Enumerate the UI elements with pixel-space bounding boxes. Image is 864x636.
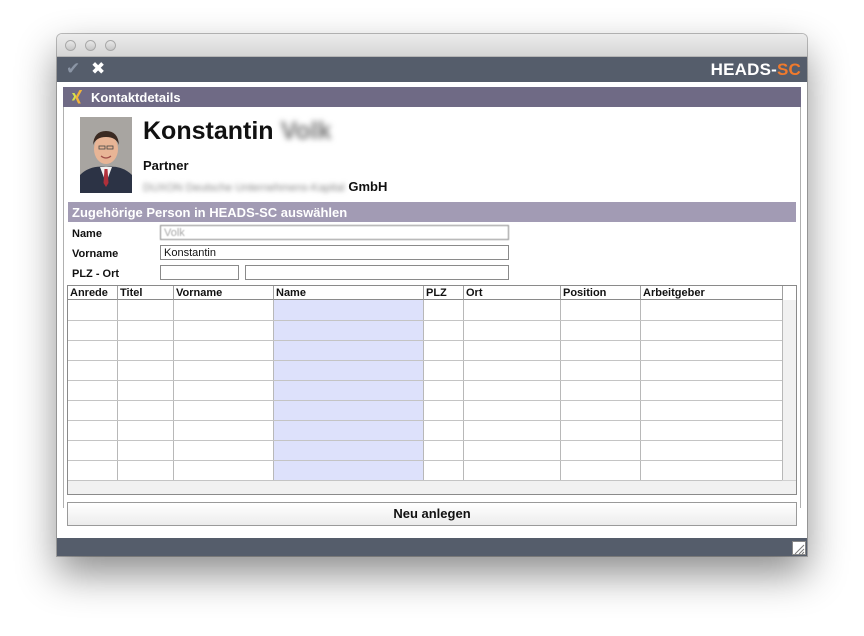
plz-ort-label: PLZ - Ort (72, 268, 120, 280)
column-titel[interactable] (118, 300, 174, 480)
column-vorname[interactable] (174, 300, 274, 480)
horizontal-scrollbar[interactable] (68, 480, 796, 494)
contact-position: Partner (143, 158, 189, 173)
toolbar: ✔ ✖ HEADS-SC (57, 57, 807, 82)
brand-accent-text: SC (776, 60, 801, 79)
column-position[interactable] (561, 300, 641, 480)
select-person-title: Zugehörige Person in HEADS-SC auswählen (72, 205, 348, 220)
column-name[interactable] (274, 300, 424, 480)
new-contact-button[interactable]: Neu anlegen (67, 502, 797, 526)
brand-logo: HEADS-SC (711, 60, 801, 80)
column-header-titel[interactable]: Titel (118, 286, 174, 300)
xing-icon[interactable] (71, 89, 85, 105)
column-anrede[interactable] (68, 300, 118, 480)
column-header-vorname[interactable]: Vorname (174, 286, 274, 300)
name-label: Name (72, 228, 102, 240)
table-row-divider (68, 460, 782, 461)
column-header-position[interactable]: Position (561, 286, 641, 300)
contact-details-title: Kontaktdetails (91, 90, 181, 105)
table-row-divider (68, 400, 782, 401)
vorname-field[interactable] (160, 245, 509, 260)
vorname-label: Vorname (72, 248, 119, 260)
window-titlebar (57, 34, 807, 57)
column-header-ort[interactable]: Ort (464, 286, 561, 300)
ort-field[interactable] (245, 265, 509, 280)
minimize-window-button[interactable] (85, 40, 96, 51)
table-row-divider (68, 480, 782, 481)
column-header-arbeitgeber[interactable]: Arbeitgeber (641, 286, 783, 300)
contact-details-header: Kontaktdetails (63, 87, 801, 107)
app-window: ✔ ✖ HEADS-SC Kontaktdetails Konstantin V… (57, 34, 807, 556)
results-table[interactable]: Anrede Titel Vorname Name PLZ Ort Position Arbe… (67, 285, 797, 495)
contact-last-name: Volk (280, 117, 332, 145)
select-person-header: Zugehörige Person in HEADS-SC auswählen (68, 202, 796, 222)
table-row-divider (68, 320, 782, 321)
person-photo-icon (80, 117, 132, 193)
vertical-scrollbar[interactable] (782, 300, 796, 480)
name-field[interactable] (160, 225, 509, 240)
status-bar (57, 538, 807, 556)
column-arbeitgeber[interactable] (641, 300, 783, 480)
contact-full-name: Konstantin Volk (143, 117, 331, 146)
column-header-name[interactable]: Name (274, 286, 424, 300)
column-plz[interactable] (424, 300, 464, 480)
column-ort[interactable] (464, 300, 561, 480)
table-row-divider (68, 420, 782, 421)
checkmark-icon[interactable]: ✔ (66, 59, 80, 79)
resize-grip-icon[interactable] (792, 541, 806, 555)
table-row-divider (68, 440, 782, 441)
contact-photo (80, 117, 132, 193)
column-header-anrede[interactable]: Anrede (68, 286, 118, 300)
zoom-window-button[interactable] (105, 40, 116, 51)
column-header-plz[interactable]: PLZ (424, 286, 464, 300)
contact-company-name: DUXON Deutsche Unternehmens-Kapital (143, 182, 345, 194)
table-row-divider (68, 360, 782, 361)
table-row-divider (68, 380, 782, 381)
table-row-divider (68, 340, 782, 341)
close-icon[interactable]: ✖ (91, 59, 105, 79)
contact-company: DUXON Deutsche Unternehmens-Kapital GmbH (143, 179, 387, 194)
close-window-button[interactable] (65, 40, 76, 51)
plz-field[interactable] (160, 265, 239, 280)
brand-main-text: HEADS- (710, 60, 777, 79)
contact-company-suffix: GmbH (348, 179, 388, 194)
contact-first-name: Konstantin (143, 117, 274, 145)
